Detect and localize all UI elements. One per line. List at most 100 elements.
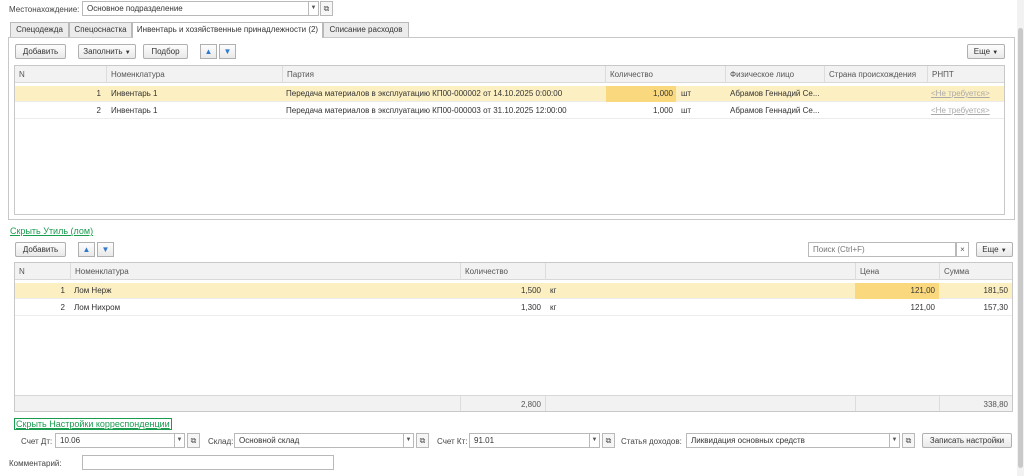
tab-workwear[interactable]: Спецодежда: [10, 22, 69, 37]
chevron-down-icon: ▼: [176, 437, 183, 443]
footer-spacer: [15, 396, 460, 411]
col-nomenclature[interactable]: Номенклатура: [70, 263, 460, 280]
col-person[interactable]: Физическое лицо: [725, 66, 824, 83]
scrap-move-up-button[interactable]: ▲: [78, 242, 95, 257]
cell-qty[interactable]: 1,500: [461, 283, 541, 299]
arrow-down-icon: ▼: [101, 245, 110, 254]
scrap-more-label: Еще: [982, 245, 999, 254]
cell-batch: Передача материалов в эксплуатацию КП00-…: [286, 89, 563, 98]
inventory-table-header: N Номенклатура Партия Количество Физичес…: [15, 66, 1004, 83]
inv-add-button[interactable]: Добавить: [15, 44, 66, 59]
footer-sum: 338,80: [939, 396, 1012, 411]
dt-dropdown-button[interactable]: ▼: [175, 433, 185, 448]
scrap-toggle-link[interactable]: Скрыть Утиль (лом): [10, 226, 93, 236]
scrap-more-button[interactable]: Еще ▼: [976, 242, 1013, 257]
cell-person: Абрамов Геннадий Се...: [730, 89, 820, 98]
comment-field[interactable]: [82, 455, 334, 470]
cell-nomenclature: Инвентарь 1: [111, 106, 158, 115]
income-label: Статья доходов:: [621, 437, 682, 446]
income-item-field[interactable]: Ликвидация основных средств: [686, 433, 890, 448]
warehouse-field[interactable]: Основной склад: [234, 433, 404, 448]
cell-nomenclature: Лом Нерж: [74, 286, 112, 295]
table-row[interactable]: 1 Инвентарь 1 Передача материалов в эксп…: [15, 86, 1004, 102]
chevron-down-icon: ▼: [405, 437, 412, 443]
scrap-search-input[interactable]: [808, 242, 956, 257]
cell-rnpt[interactable]: <Не требуется>: [931, 86, 1004, 102]
location-dropdown-button[interactable]: ▼: [309, 1, 319, 16]
scrap-table-header: N Номенклатура Количество Цена Сумма: [15, 263, 1012, 280]
scrap-table: N Номенклатура Количество Цена Сумма 1 Л…: [14, 262, 1013, 412]
footer-spacer: [855, 396, 939, 411]
col-sum[interactable]: Сумма: [939, 263, 1012, 280]
inv-move-down-button[interactable]: ▼: [219, 44, 236, 59]
table-row[interactable]: 2 Инвентарь 1 Передача материалов в эксп…: [15, 103, 1004, 119]
income-open-button[interactable]: ⧉: [902, 433, 915, 448]
scrap-table-footer: 2,800 338,80: [15, 395, 1012, 411]
cell-sum: 181,50: [983, 286, 1008, 295]
cell-nomenclature: Лом Нихром: [74, 303, 121, 312]
cell-country: [828, 103, 925, 119]
table-row[interactable]: 1 Лом Нерж 1,500 кг 121,00 181,50: [15, 283, 1012, 299]
chevron-down-icon: ▼: [1000, 248, 1007, 254]
location-open-button[interactable]: ⧉: [320, 1, 333, 16]
cell-n: 2: [60, 303, 65, 312]
cell-unit: кг: [550, 303, 557, 312]
open-link-icon: ⧉: [323, 4, 330, 13]
location-field[interactable]: Основное подразделение: [82, 1, 309, 16]
col-batch[interactable]: Партия: [282, 66, 605, 83]
inv-fill-label: Заполнить: [83, 47, 123, 56]
tab-expense-writeoff[interactable]: Списание расходов: [323, 22, 409, 37]
col-price[interactable]: Цена: [855, 263, 939, 280]
chevron-down-icon: ▼: [891, 437, 898, 443]
cell-unit: кг: [550, 286, 557, 295]
col-qty[interactable]: Количество: [605, 66, 725, 83]
warehouse-open-button[interactable]: ⧉: [416, 433, 429, 448]
kt-account-field[interactable]: 91.01: [469, 433, 590, 448]
cell-person: Абрамов Геннадий Се...: [730, 106, 820, 115]
inv-select-button[interactable]: Подбор: [143, 44, 188, 59]
tab-inventory[interactable]: Инвентарь и хозяйственные принадлежности…: [132, 22, 323, 38]
income-dropdown-button[interactable]: ▼: [890, 433, 900, 448]
cell-rnpt[interactable]: <Не требуется>: [931, 103, 1004, 119]
warehouse-dropdown-button[interactable]: ▼: [404, 433, 414, 448]
warehouse-label: Склад:: [208, 437, 234, 446]
corr-toggle-link[interactable]: Скрыть Настройки корреспонденции: [14, 418, 172, 430]
col-n[interactable]: N: [15, 66, 106, 83]
col-country[interactable]: Страна происхождения: [824, 66, 927, 83]
tab-equipment[interactable]: Спецоснастка: [69, 22, 132, 37]
dt-open-button[interactable]: ⧉: [187, 433, 200, 448]
cell-qty[interactable]: 1,000: [606, 86, 676, 102]
kt-open-button[interactable]: ⧉: [602, 433, 615, 448]
scrap-move-down-button[interactable]: ▼: [97, 242, 114, 257]
comment-label: Комментарий:: [9, 459, 62, 468]
open-link-icon: ⧉: [190, 436, 197, 445]
col-qty[interactable]: Количество: [460, 263, 545, 280]
arrow-down-icon: ▼: [223, 47, 232, 56]
save-settings-button[interactable]: Записать настройки: [922, 433, 1012, 448]
col-rnpt[interactable]: РНПТ: [927, 66, 1004, 83]
scrollbar-thumb[interactable]: [1018, 28, 1023, 468]
cell-qty[interactable]: 1,000: [606, 103, 676, 119]
col-unit: [545, 263, 855, 280]
inv-move-up-button[interactable]: ▲: [200, 44, 217, 59]
cell-price[interactable]: 121,00: [855, 300, 939, 316]
col-nomenclature[interactable]: Номенклатура: [106, 66, 282, 83]
inv-more-button[interactable]: Еще ▼: [967, 44, 1005, 59]
chevron-down-icon: ▼: [992, 50, 999, 56]
inv-fill-button[interactable]: Заполнить ▼: [78, 44, 136, 59]
dt-account-field[interactable]: 10.06: [55, 433, 175, 448]
col-n[interactable]: N: [15, 263, 70, 280]
cell-country: [828, 86, 925, 102]
inventory-table: N Номенклатура Партия Количество Физичес…: [14, 65, 1005, 215]
table-row[interactable]: 2 Лом Нихром 1,300 кг 121,00 157,30: [15, 300, 1012, 316]
cell-qty[interactable]: 1,300: [461, 300, 541, 316]
kt-dropdown-button[interactable]: ▼: [590, 433, 600, 448]
cell-price[interactable]: 121,00: [855, 283, 939, 299]
close-icon: ×: [960, 245, 965, 254]
kt-label: Счет Кт:: [437, 437, 468, 446]
cell-n: 1: [60, 286, 65, 295]
chevron-down-icon: ▼: [591, 437, 598, 443]
scrap-add-button[interactable]: Добавить: [15, 242, 66, 257]
cell-n: 2: [96, 106, 101, 115]
search-clear-button[interactable]: ×: [956, 242, 969, 257]
